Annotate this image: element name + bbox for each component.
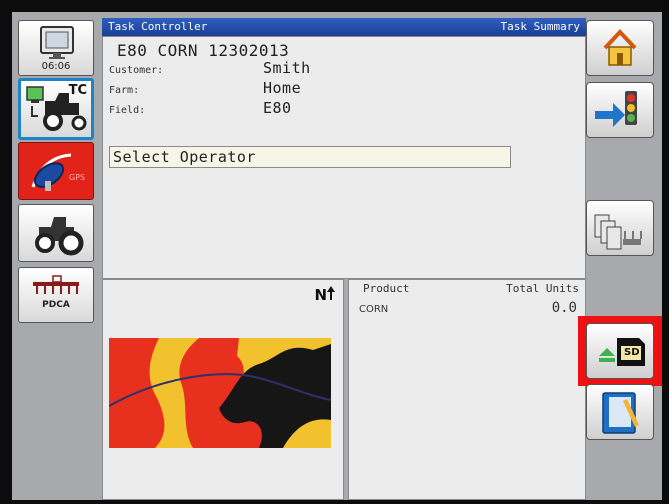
customer-value: Smith xyxy=(263,59,311,77)
pdca-label: PDCA xyxy=(42,300,70,310)
sd-card-label: SD xyxy=(624,347,640,358)
product-name: CORN xyxy=(359,304,389,315)
exit-traffic-light-icon xyxy=(595,91,637,127)
product-total: 0.0 xyxy=(551,300,577,316)
app-title: Task Controller xyxy=(108,20,208,33)
display-monitor-icon xyxy=(40,26,74,59)
select-operator-field[interactable]: Select Operator xyxy=(109,146,511,168)
terminal-screen: 06:06 TC GPS PDCA Task Controller Task S… xyxy=(12,12,662,500)
home-icon xyxy=(603,29,637,66)
farm-label: Farm: xyxy=(109,85,140,96)
north-arrow-icon xyxy=(327,286,335,300)
north-indicator: N xyxy=(314,286,335,304)
product-totals-panel: Product Total Units CORN 0.0 xyxy=(348,279,586,500)
task-name: E80 CORN 12302013 xyxy=(117,41,290,60)
coverage-map-panel[interactable]: N xyxy=(102,279,344,500)
home-button[interactable] xyxy=(586,20,654,76)
coverage-map xyxy=(109,338,331,448)
product-header: Product xyxy=(363,282,410,295)
exit-button[interactable] xyxy=(586,82,654,138)
field-features-button[interactable] xyxy=(586,200,654,256)
sd-card-button[interactable]: SD xyxy=(586,323,654,379)
gps-button[interactable]: GPS xyxy=(18,142,94,200)
customer-label: Customer: xyxy=(109,65,164,76)
tractor-button[interactable] xyxy=(18,204,94,262)
gps-label: GPS xyxy=(69,173,86,182)
notebook-button[interactable] xyxy=(586,384,654,440)
clock-time: 06:06 xyxy=(41,61,71,72)
task-controller-button[interactable]: TC xyxy=(18,78,94,140)
field-value: E80 xyxy=(263,99,292,117)
title-bar: Task Controller Task Summary xyxy=(102,18,586,36)
total-units-header: Total Units xyxy=(506,282,579,295)
field-label: Field: xyxy=(109,105,146,116)
screen-title: Task Summary xyxy=(500,20,580,33)
pdca-implement-icon xyxy=(33,275,79,294)
sd-card-icon xyxy=(599,338,645,366)
farm-value: Home xyxy=(263,79,302,97)
tc-label: TC xyxy=(68,83,87,98)
display-clock-button[interactable]: 06:06 xyxy=(18,20,94,76)
field-features-icon xyxy=(594,214,642,250)
pdca-implement-button[interactable]: PDCA xyxy=(18,267,94,323)
task-summary-panel: E80 CORN 12302013 Customer: Smith Farm: … xyxy=(102,36,586,279)
gps-satellite-icon xyxy=(31,153,72,191)
tractor-icon xyxy=(35,217,84,256)
notebook-icon xyxy=(602,392,639,434)
sd-export-highlight: SD xyxy=(578,316,662,386)
